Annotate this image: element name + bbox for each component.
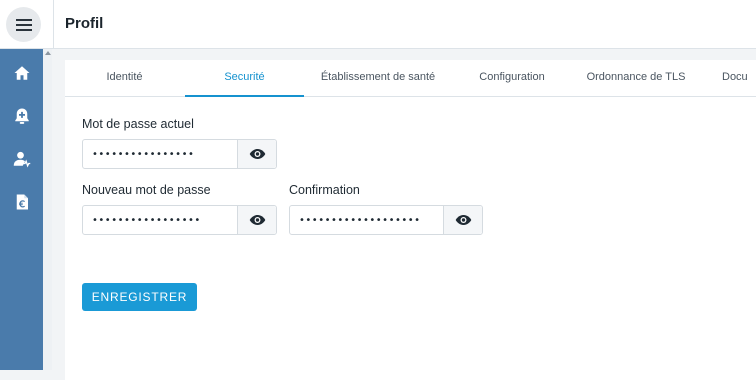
- sidebar-scrollbar[interactable]: [43, 49, 52, 370]
- current-password-input[interactable]: ••••••••••••••••: [83, 140, 237, 168]
- euro-document-icon: [16, 194, 28, 210]
- confirmation-group: •••••••••••••••••••: [289, 205, 483, 235]
- save-button[interactable]: ENREGISTRER: [82, 283, 197, 311]
- current-password-group: ••••••••••••••••: [82, 139, 277, 169]
- confirmation-input[interactable]: •••••••••••••••••••: [290, 206, 443, 234]
- new-password-input[interactable]: •••••••••••••••••: [83, 206, 237, 234]
- eye-icon: [455, 215, 471, 225]
- sidebar: [0, 49, 43, 370]
- scroll-up-arrow[interactable]: [45, 51, 51, 55]
- confirmation-label: Confirmation: [289, 183, 360, 197]
- new-password-group: •••••••••••••••••: [82, 205, 277, 235]
- tab-ordonnance[interactable]: Ordonnance de TLS: [580, 60, 692, 97]
- patient-icon: [13, 151, 30, 168]
- new-password-label: Nouveau mot de passe: [82, 183, 211, 197]
- sidebar-item-billing[interactable]: [0, 187, 43, 217]
- show-current-password-button[interactable]: [237, 140, 276, 168]
- eye-icon: [249, 215, 265, 225]
- tab-configuration[interactable]: Configuration: [462, 60, 562, 97]
- sidebar-item-home[interactable]: [0, 58, 43, 88]
- home-icon: [14, 66, 29, 80]
- eye-icon: [249, 149, 265, 159]
- current-password-label: Mot de passe actuel: [82, 117, 194, 131]
- top-bar: Profil: [0, 0, 756, 49]
- tab-securite[interactable]: Securité: [185, 60, 304, 97]
- menu-button[interactable]: [6, 7, 41, 42]
- tab-etablissement[interactable]: Établissement de santé: [310, 60, 446, 97]
- show-confirmation-button[interactable]: [443, 206, 482, 234]
- page-title: Profil: [65, 15, 104, 32]
- sidebar-item-alerts[interactable]: [0, 101, 43, 131]
- hamburger-icon: [15, 18, 32, 31]
- tab-bar: Identité Securité Établissement de santé…: [65, 60, 756, 97]
- sidebar-item-patients[interactable]: [0, 144, 43, 174]
- show-new-password-button[interactable]: [237, 206, 276, 234]
- tab-identite[interactable]: Identité: [73, 60, 176, 97]
- top-divider: [53, 0, 54, 49]
- medical-alert-icon: [14, 108, 29, 124]
- tab-documents[interactable]: Docu: [722, 60, 756, 97]
